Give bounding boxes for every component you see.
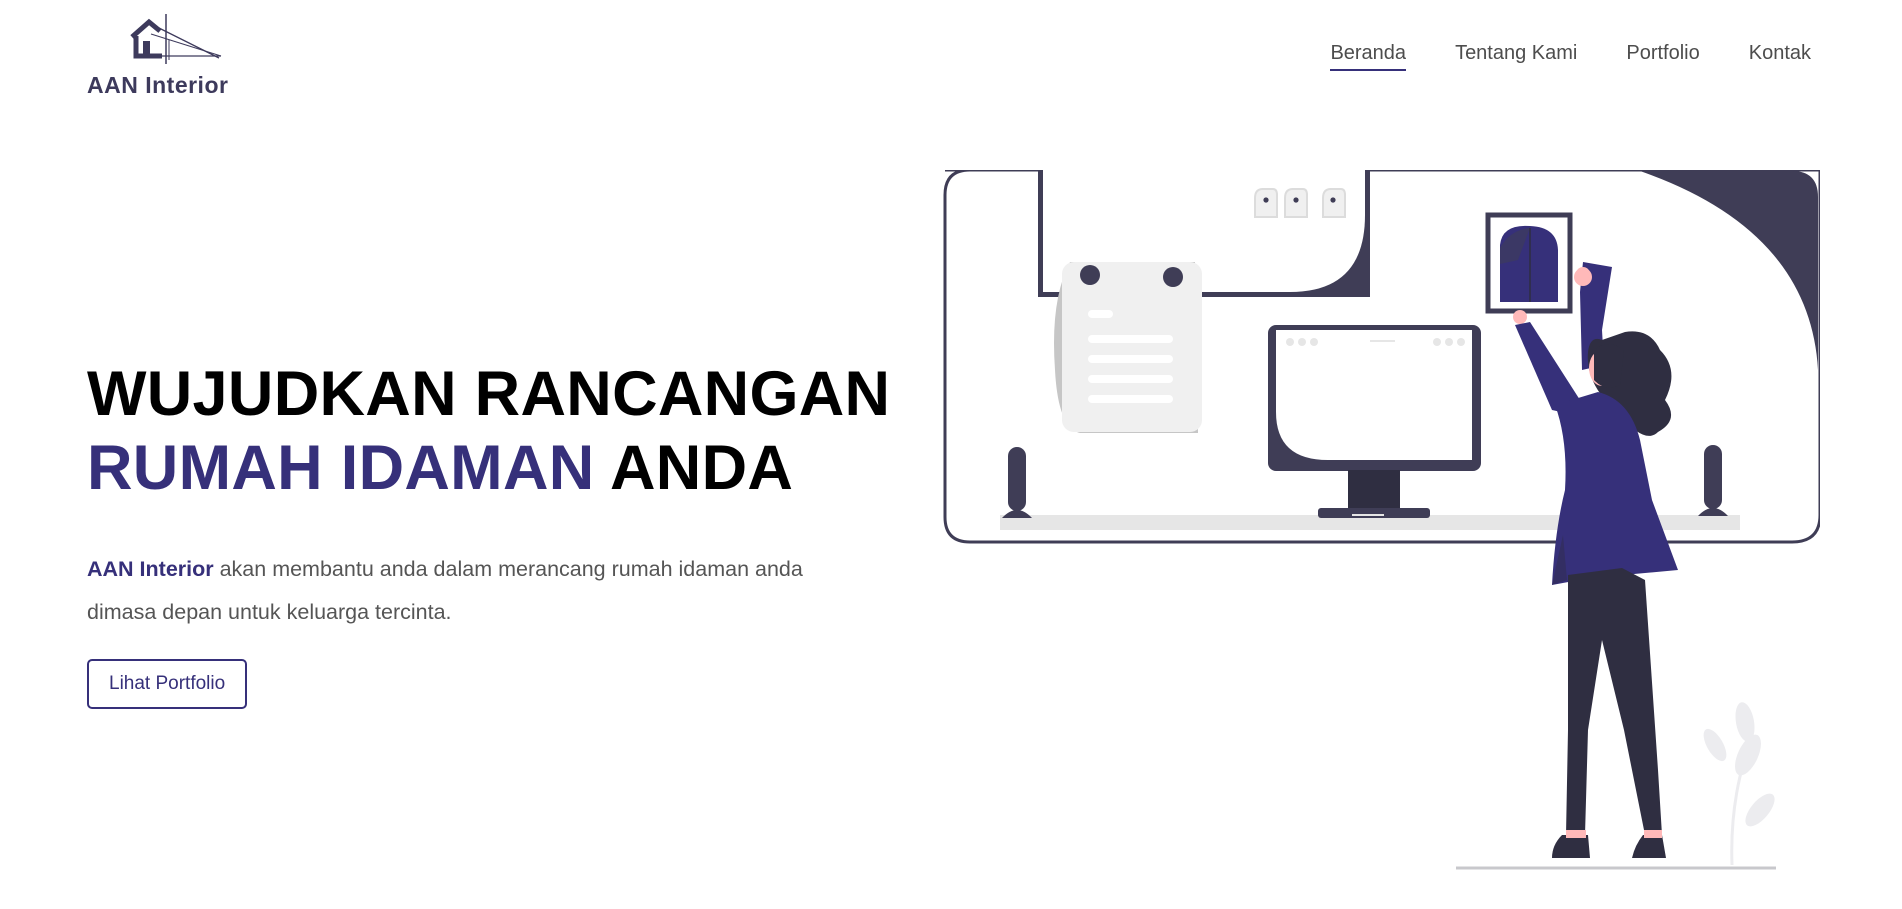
- hero-title-rest: ANDA: [610, 433, 794, 503]
- woman-figure: [1513, 262, 1678, 858]
- woman-hanging-picture-illustration: [943, 170, 1820, 870]
- note-paper-icon: [1054, 262, 1202, 433]
- view-portfolio-button[interactable]: Lihat Portfolio: [87, 659, 248, 709]
- hero-desc-brand: AAN Interior: [87, 557, 214, 581]
- hero-title-accent: RUMAH IDAMAN: [87, 433, 595, 503]
- brand-logo[interactable]: AAN Interior: [87, 12, 277, 102]
- hero-title: WUJUDKAN RANCANGAN RUMAH IDAMAN ANDA: [87, 357, 890, 505]
- house-logo-icon: [130, 14, 222, 64]
- plant-icon: [1703, 702, 1775, 866]
- nav-link-portfolio[interactable]: Portfolio: [1626, 42, 1699, 71]
- nav-link-beranda[interactable]: Beranda: [1330, 42, 1407, 71]
- nav-link-tentang-kami[interactable]: Tentang Kami: [1455, 42, 1577, 71]
- nav-link-kontak[interactable]: Kontak: [1749, 42, 1811, 71]
- hero-description: AAN Interior akan membantu anda dalam me…: [87, 548, 807, 634]
- brand-name: AAN Interior: [87, 72, 229, 98]
- main-nav: Beranda Tentang Kami Portfolio Kontak: [1330, 42, 1811, 71]
- framed-picture-icon: [1485, 212, 1573, 314]
- hero-title-line1: WUJUDKAN RANCANGAN: [87, 359, 891, 429]
- site-header: AAN Interior Beranda Tentang Kami Portfo…: [0, 0, 1902, 110]
